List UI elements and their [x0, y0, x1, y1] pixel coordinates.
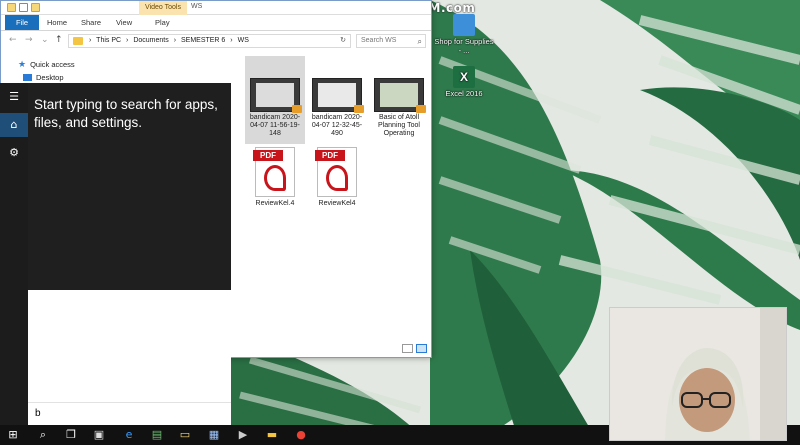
- video-thumbnail: [374, 78, 426, 113]
- home-icon[interactable]: ⌂: [0, 113, 28, 137]
- file-name: bandicam 2020-04-07 11-56-19-148: [249, 114, 301, 138]
- search-results-area: [28, 290, 231, 402]
- file-item-reviewkel4[interactable]: PDF ReviewKel4: [307, 147, 367, 208]
- breadcrumb-sep: ›: [126, 37, 129, 44]
- pdf-file-icon: PDF: [315, 147, 357, 197]
- tab-play[interactable]: Play: [155, 15, 170, 30]
- details-view-icon[interactable]: [402, 344, 413, 353]
- webcam-overlay: [609, 307, 787, 441]
- search-query-input[interactable]: b: [28, 402, 231, 425]
- star-icon: ★: [18, 59, 27, 69]
- chevron-down-icon[interactable]: ⌄: [41, 35, 49, 45]
- nav-item-desktop[interactable]: Desktop: [23, 73, 64, 82]
- video-thumbnail: [250, 78, 302, 113]
- nav-item-label: Quick access: [30, 60, 75, 69]
- large-icons-view-icon[interactable]: [416, 344, 427, 353]
- desktop-icon-label: Excel 2016: [445, 89, 483, 98]
- file-name: Basic of Atoll Planning Tool Operating: [378, 114, 420, 138]
- title-bar[interactable]: Video Tools WS: [1, 1, 431, 15]
- excel-icon: X: [453, 66, 475, 88]
- pdf-file-icon: PDF: [253, 147, 295, 197]
- file-item-bandicam-1[interactable]: bandicam 2020-04-07 11-56-19-148: [245, 56, 305, 144]
- app-icon[interactable]: ▤: [150, 428, 164, 442]
- start-rail: ☰ ⌂ ⚙: [0, 83, 28, 425]
- search-results-panel: Start typing to search for apps, files, …: [28, 83, 231, 290]
- nav-item-quick-access[interactable]: ★ Quick access: [18, 59, 75, 70]
- search-icon: ⌕: [417, 37, 422, 46]
- properties-icon[interactable]: [19, 3, 28, 12]
- windows-start-icon[interactable]: ⊞: [6, 428, 20, 442]
- desktop-icon: [23, 74, 32, 81]
- address-bar[interactable]: › This PC › Documents › SEMESTER 6 › WS …: [68, 34, 351, 48]
- file-item-reviewkel-dot4[interactable]: PDF ReviewKel.4: [245, 147, 305, 208]
- back-arrow-icon[interactable]: ←: [9, 35, 17, 45]
- window-title: WS: [191, 3, 203, 10]
- nav-item-label: Desktop: [36, 73, 64, 82]
- quick-access-toolbar: [7, 3, 40, 12]
- tab-file[interactable]: File: [5, 15, 39, 30]
- network-app-icon[interactable]: ▦: [207, 428, 221, 442]
- address-row: ← → ⌄ ↑ › This PC › Documents › SEMESTER…: [1, 33, 431, 49]
- play-icon: [354, 105, 364, 113]
- edge-icon[interactable]: e: [122, 428, 136, 442]
- desktop-icon-excel[interactable]: X Excel 2016: [434, 66, 494, 99]
- breadcrumb-sep: ›: [230, 37, 233, 44]
- play-icon: [292, 105, 302, 113]
- file-name: ReviewKel4: [318, 200, 356, 207]
- task-view-icon[interactable]: ❐: [64, 428, 78, 442]
- new-folder-icon[interactable]: [31, 3, 40, 12]
- view-toggles: [402, 344, 427, 353]
- gear-icon[interactable]: ⚙: [0, 141, 28, 165]
- search-icon[interactable]: ⌕: [36, 428, 50, 442]
- search-hint-text: Start typing to search for apps, files, …: [34, 97, 218, 130]
- file-name: ReviewKel.4: [255, 200, 295, 207]
- file-explorer-icon[interactable]: ▭: [178, 428, 192, 442]
- search-query-text: b: [35, 408, 41, 419]
- file-item-bandicam-2[interactable]: bandicam 2020-04-07 12-32-45-490: [307, 78, 367, 138]
- chrome-icon[interactable]: ●: [294, 428, 308, 442]
- file-name: bandicam 2020-04-07 12-32-45-490: [311, 114, 363, 138]
- desktop-icon-label: Shop for Supplies - ...: [434, 37, 494, 55]
- search-input[interactable]: Search WS ⌕: [356, 34, 426, 48]
- folder-icon: [73, 37, 83, 45]
- folder-icon[interactable]: ▬: [265, 428, 279, 442]
- shop-icon: [453, 14, 475, 36]
- webcam-person-image: [610, 308, 786, 440]
- store-icon[interactable]: ▣: [92, 428, 106, 442]
- desktop-icon-shop[interactable]: Shop for Supplies - ...: [434, 14, 494, 55]
- tab-view[interactable]: View: [116, 15, 132, 30]
- ribbon-tabs: File Home Share View Play: [1, 15, 431, 31]
- refresh-icon[interactable]: ↻: [340, 35, 346, 47]
- folder-icon[interactable]: [7, 3, 16, 12]
- breadcrumb-sep: ›: [89, 37, 92, 44]
- breadcrumb-ws[interactable]: WS: [238, 37, 249, 44]
- media-icon[interactable]: ▶: [236, 428, 250, 442]
- tab-home[interactable]: Home: [47, 15, 67, 30]
- hamburger-menu-icon[interactable]: ☰: [0, 85, 28, 109]
- breadcrumb-this-pc[interactable]: This PC: [96, 37, 121, 44]
- navigation-pane: ★ Quick access Desktop: [1, 51, 106, 86]
- breadcrumb-semester[interactable]: SEMESTER 6: [181, 37, 225, 44]
- tab-share[interactable]: Share: [81, 15, 101, 30]
- up-arrow-icon[interactable]: ↑: [55, 35, 63, 45]
- play-icon: [416, 105, 426, 113]
- video-thumbnail: [312, 78, 364, 113]
- breadcrumb-documents[interactable]: Documents: [133, 37, 168, 44]
- breadcrumb-sep: ›: [173, 37, 177, 44]
- contextual-tab-video-tools: Video Tools: [139, 1, 187, 15]
- forward-arrow-icon[interactable]: →: [25, 35, 33, 45]
- file-item-atoll[interactable]: Basic of Atoll Planning Tool Operating: [369, 78, 429, 138]
- search-placeholder: Search WS: [361, 37, 397, 44]
